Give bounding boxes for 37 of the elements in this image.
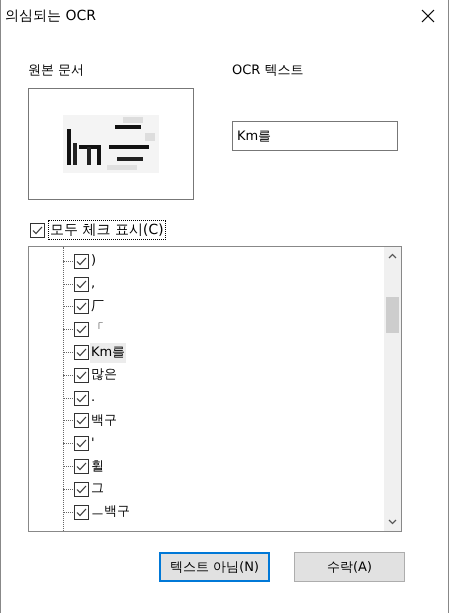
checkbox[interactable] [74,299,89,314]
checkbox[interactable] [74,254,89,269]
source-label: 원본 문서 [28,62,86,80]
checkbox[interactable] [74,345,89,360]
not-text-button[interactable]: 텍스트 아님(N) [159,552,270,582]
checkbox[interactable] [74,368,89,383]
checkbox[interactable] [30,222,45,238]
checkbox[interactable] [74,322,89,338]
list-item[interactable]: 백구 [90,410,118,431]
list-item[interactable]: . [90,388,96,408]
scroll-up-icon[interactable] [388,253,397,259]
close-icon[interactable] [421,9,435,23]
scroll-down-icon[interactable] [388,519,397,525]
ocr-text-field[interactable]: Km를 [232,121,398,151]
scrollbar-thumb[interactable] [386,297,399,333]
checkbox[interactable] [74,436,89,452]
scrollbar[interactable] [384,247,401,531]
checkbox[interactable] [74,482,89,497]
checkbox[interactable] [74,276,89,292]
list-item[interactable]: ) [90,251,98,272]
checkbox[interactable] [74,504,89,520]
check-all-label[interactable]: 모두 체크 표시(C) [48,220,166,240]
list-item[interactable]: 많은 [90,365,118,386]
list-item[interactable]: 「 [90,320,105,340]
list-item[interactable]: ' [90,434,96,454]
list-item[interactable]: 휠 [90,456,105,477]
list-item[interactable]: Km를 [90,342,126,363]
checkbox[interactable] [74,459,89,474]
list-item[interactable]: , [90,274,96,294]
list-item[interactable]: 厂 [90,296,105,317]
ocr-text-label: OCR 텍스트 [232,62,304,80]
checkbox[interactable] [74,390,89,406]
accept-button[interactable]: 수락(A) [294,552,405,582]
window-title: 의심되는 OCR [5,7,96,25]
list-item[interactable]: 그 [90,479,105,500]
checkbox[interactable] [74,413,89,428]
list-item[interactable]: ㅡ백구 [90,502,131,522]
